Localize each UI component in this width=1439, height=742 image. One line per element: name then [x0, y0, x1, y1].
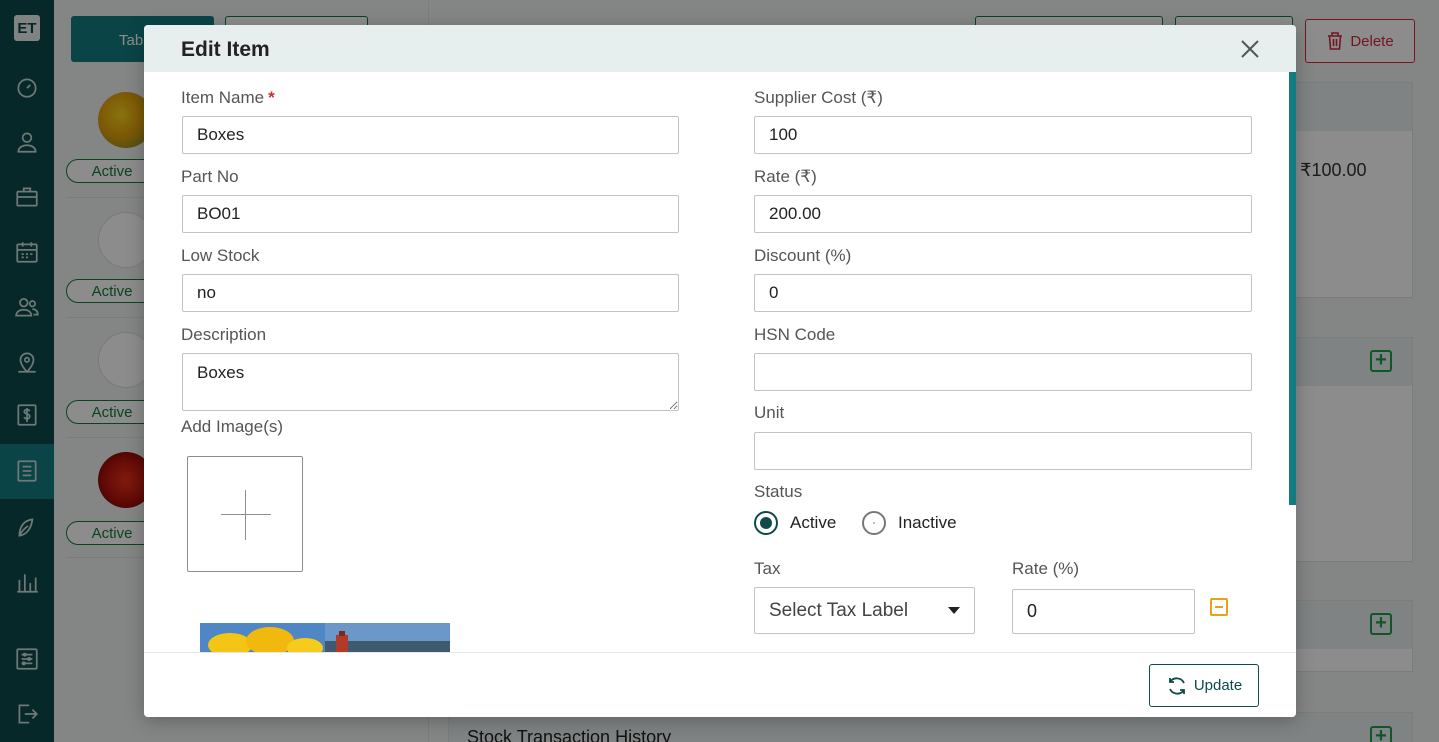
- hsn-code-label: HSN Code: [754, 325, 836, 344]
- low-stock-input[interactable]: [182, 274, 679, 312]
- modal-header: Edit Item: [144, 25, 1296, 72]
- item-image-thumbnail[interactable]: [200, 623, 450, 652]
- edit-item-modal: Edit Item Item Name* Part No Low Stock D…: [144, 25, 1296, 717]
- modal-scrollbar[interactable]: [1289, 72, 1296, 505]
- update-button[interactable]: Update: [1149, 664, 1259, 707]
- remove-tax-icon[interactable]: [1210, 598, 1228, 616]
- tax-rate-input[interactable]: [1012, 589, 1195, 634]
- part-no-label: Part No: [181, 167, 239, 186]
- radio-unchecked-icon: [862, 511, 886, 535]
- status-label: Status: [754, 482, 803, 501]
- unit-input[interactable]: [754, 432, 1252, 470]
- supplier-cost-label: Supplier Cost (₹): [754, 88, 883, 107]
- supplier-cost-input[interactable]: [754, 116, 1252, 154]
- unit-label: Unit: [754, 403, 785, 422]
- low-stock-label: Low Stock: [181, 246, 260, 265]
- add-images-label: Add Image(s): [181, 417, 284, 436]
- rate-label: Rate (₹): [754, 167, 817, 186]
- status-active-radio[interactable]: Active: [754, 511, 836, 535]
- hsn-code-input[interactable]: [754, 353, 1252, 391]
- tax-select[interactable]: Select Tax Label: [754, 587, 975, 634]
- item-name-input[interactable]: [182, 116, 679, 154]
- modal-title: Edit Item: [181, 38, 270, 61]
- tax-select-placeholder: Select Tax Label: [769, 599, 909, 621]
- plus-icon: [221, 514, 271, 515]
- item-name-label: Item Name *: [181, 88, 275, 107]
- caret-down-icon: [948, 607, 960, 614]
- status-inactive-label: Inactive: [898, 513, 957, 532]
- tax-label: Tax: [754, 559, 781, 578]
- description-textarea[interactable]: Boxes: [182, 353, 679, 411]
- refresh-icon: [1168, 676, 1185, 695]
- status-inactive-radio[interactable]: Inactive: [862, 511, 957, 535]
- close-icon[interactable]: [1238, 37, 1262, 61]
- description-label: Description: [181, 325, 267, 344]
- radio-checked-icon: [754, 511, 778, 535]
- required-mark: *: [268, 88, 275, 107]
- discount-input[interactable]: [754, 274, 1252, 312]
- update-label: Update: [1193, 677, 1243, 694]
- part-no-input[interactable]: [182, 195, 679, 233]
- rate-input[interactable]: [754, 195, 1252, 233]
- status-active-label: Active: [790, 513, 837, 532]
- tax-rate-label: Rate (%): [1012, 559, 1080, 578]
- discount-label: Discount (%): [754, 246, 852, 265]
- modal-footer: Update: [144, 652, 1296, 717]
- add-image-button[interactable]: [187, 456, 303, 572]
